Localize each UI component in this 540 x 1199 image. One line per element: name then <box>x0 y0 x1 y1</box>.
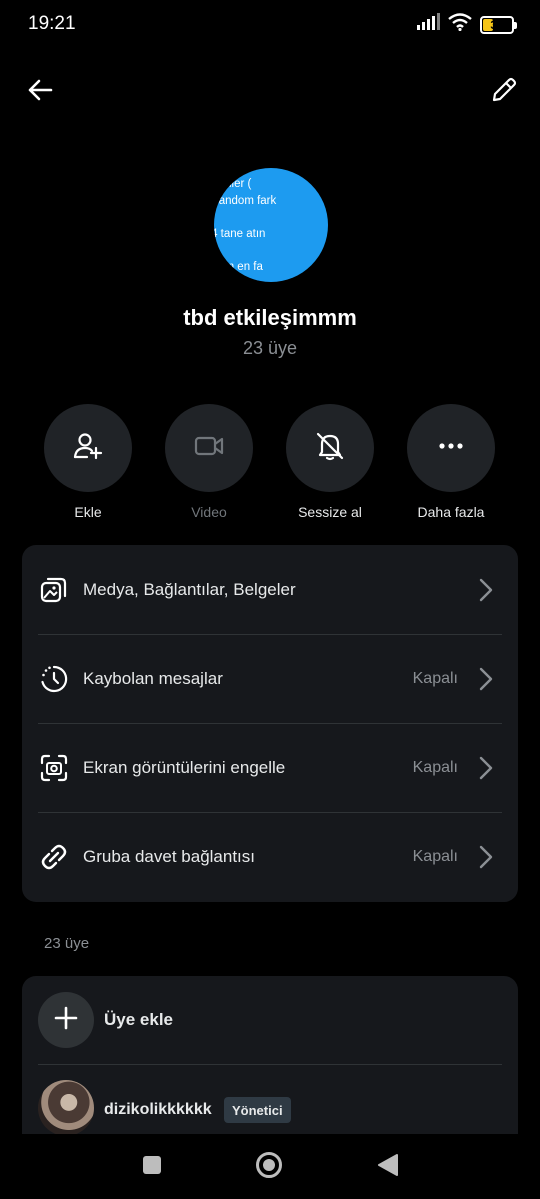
setting-disappearing-label: Kaybolan mesajlar <box>83 668 223 688</box>
screenshot-icon <box>38 752 70 784</box>
avatar-text-line: um gönderiler ( <box>214 178 252 190</box>
setting-screenshot[interactable]: Ekran görüntülerini engelle Kapalı <box>22 723 518 812</box>
setting-invite-link[interactable]: Gruba davet bağlantısı Kapalı <box>22 812 518 901</box>
timer-icon <box>38 663 70 695</box>
setting-invite-link-label: Gruba davet bağlantısı <box>83 846 256 866</box>
triangle-back-icon <box>377 1153 399 1182</box>
square-icon <box>142 1155 162 1180</box>
avatar-text-line: e hariç) fandom fark <box>214 194 277 207</box>
avatar-text-line: n fazla 4 tane atın <box>214 227 266 240</box>
members-section-title: 23 üye <box>44 935 90 952</box>
system-nav-bar <box>0 1134 540 1199</box>
mute-action-label: Sessize al <box>298 504 362 520</box>
edit-button[interactable] <box>484 72 524 112</box>
group-avatar[interactable]: um gönderiler ( e hariç) fandom fark ek … <box>214 168 328 282</box>
back-nav-button[interactable] <box>373 1152 403 1182</box>
add-action[interactable]: Ekle <box>28 404 148 520</box>
video-icon <box>193 430 225 467</box>
avatar-text: um gönderiler ( e hariç) fandom fark ek … <box>214 176 328 275</box>
more-icon <box>435 430 467 467</box>
setting-media[interactable]: Medya, Bağlantılar, Belgeler <box>22 545 518 634</box>
video-action[interactable]: Video <box>149 404 269 520</box>
add-user-icon <box>72 430 104 467</box>
member-row[interactable]: dizikolikkkkkk Yönetici <box>22 1080 518 1136</box>
member-name: dizikolikkkkkk <box>104 1101 212 1118</box>
chevron-right-icon <box>476 845 496 869</box>
status-bar: 19:21 34 <box>0 0 540 50</box>
add-action-button[interactable] <box>44 404 132 492</box>
avatar-text-line: ek <box>214 209 328 226</box>
add-member-button[interactable] <box>38 992 94 1048</box>
action-buttons: Ekle Video Sessize al Daha fazla <box>0 404 540 524</box>
plus-icon <box>53 1005 79 1036</box>
role-badge: Yönetici <box>224 1097 291 1123</box>
pencil-icon <box>490 76 518 109</box>
members-card: Üye ekle dizikolikkkkkk Yönetici <box>22 976 518 1136</box>
wifi-icon <box>448 13 472 36</box>
avatar-text-line: i 6 tane atın en fa <box>214 260 263 273</box>
divider <box>38 1064 502 1065</box>
video-action-label: Video <box>191 504 227 520</box>
signal-icon <box>416 13 440 36</box>
chevron-right-icon <box>476 578 496 602</box>
battery-level: 34 <box>490 17 504 32</box>
setting-disappearing-value: Kapalı <box>412 669 458 687</box>
status-time: 19:21 <box>28 13 76 34</box>
battery-icon: 34 <box>480 15 517 34</box>
link-icon <box>38 841 70 873</box>
circle-icon <box>255 1151 283 1184</box>
setting-disappearing[interactable]: Kaybolan mesajlar Kapalı <box>22 634 518 723</box>
setting-screenshot-label: Ekran görüntülerini engelle <box>83 757 286 777</box>
more-action-button[interactable] <box>407 404 495 492</box>
add-member-label: Üye ekle <box>104 1010 173 1029</box>
recents-button[interactable] <box>137 1152 167 1182</box>
home-button[interactable] <box>254 1151 284 1184</box>
mute-action[interactable]: Sessize al <box>270 404 390 520</box>
video-action-button[interactable] <box>165 404 253 492</box>
setting-invite-link-value: Kapalı <box>412 847 458 865</box>
bell-off-icon <box>314 430 346 467</box>
settings-card: Medya, Bağlantılar, Belgeler Kaybolan me… <box>22 545 518 902</box>
arrow-left-icon <box>26 76 54 109</box>
status-icons: 34 <box>416 13 517 36</box>
top-bar <box>0 70 540 114</box>
group-name: tbd etkileşimmm <box>183 305 357 330</box>
avatar <box>38 1080 94 1136</box>
mute-action-button[interactable] <box>286 404 374 492</box>
more-action[interactable]: Daha fazla <box>391 404 511 520</box>
add-member-row[interactable]: Üye ekle <box>22 976 518 1064</box>
more-action-label: Daha fazla <box>417 504 485 520</box>
add-action-label: Ekle <box>74 504 102 520</box>
avatar-text-line: inleri 5-6 <box>214 244 219 256</box>
member-count: 23 üye <box>242 338 298 358</box>
back-button[interactable] <box>20 72 60 112</box>
media-icon <box>38 574 70 606</box>
chevron-right-icon <box>476 667 496 691</box>
setting-media-label: Medya, Bağlantılar, Belgeler <box>83 579 296 599</box>
setting-screenshot-value: Kapalı <box>412 758 458 776</box>
chevron-right-icon <box>476 756 496 780</box>
